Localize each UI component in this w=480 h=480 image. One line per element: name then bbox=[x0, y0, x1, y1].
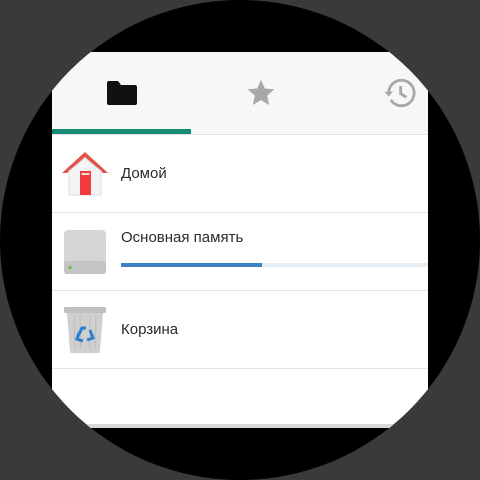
home-icon bbox=[62, 152, 108, 196]
list-item-label: Домой bbox=[121, 165, 167, 182]
storage-drive-icon bbox=[64, 230, 106, 274]
list-item-label: Корзина bbox=[121, 321, 179, 338]
watch-face: Домой Основная память Корзина bbox=[0, 0, 480, 480]
list-item-label: Основная память bbox=[121, 229, 244, 246]
tab-files[interactable] bbox=[52, 52, 191, 134]
list-item-trash[interactable]: Корзина bbox=[52, 291, 428, 369]
tab-bar bbox=[52, 52, 428, 135]
tab-recent[interactable] bbox=[330, 52, 428, 134]
storage-usage-bar bbox=[121, 263, 428, 267]
active-tab-indicator bbox=[52, 129, 191, 134]
star-icon bbox=[247, 79, 274, 105]
tab-favorites[interactable] bbox=[191, 52, 330, 134]
list-item-home[interactable]: Домой bbox=[52, 135, 428, 213]
storage-usage-fill bbox=[121, 263, 263, 267]
history-icon bbox=[383, 78, 416, 108]
list-item-storage[interactable]: Основная память bbox=[52, 213, 428, 291]
folder-icon bbox=[106, 81, 137, 105]
recycle-bin-icon bbox=[64, 307, 106, 353]
app-screen: Домой Основная память Корзина bbox=[52, 52, 428, 428]
bottom-edge-bar bbox=[52, 424, 428, 428]
